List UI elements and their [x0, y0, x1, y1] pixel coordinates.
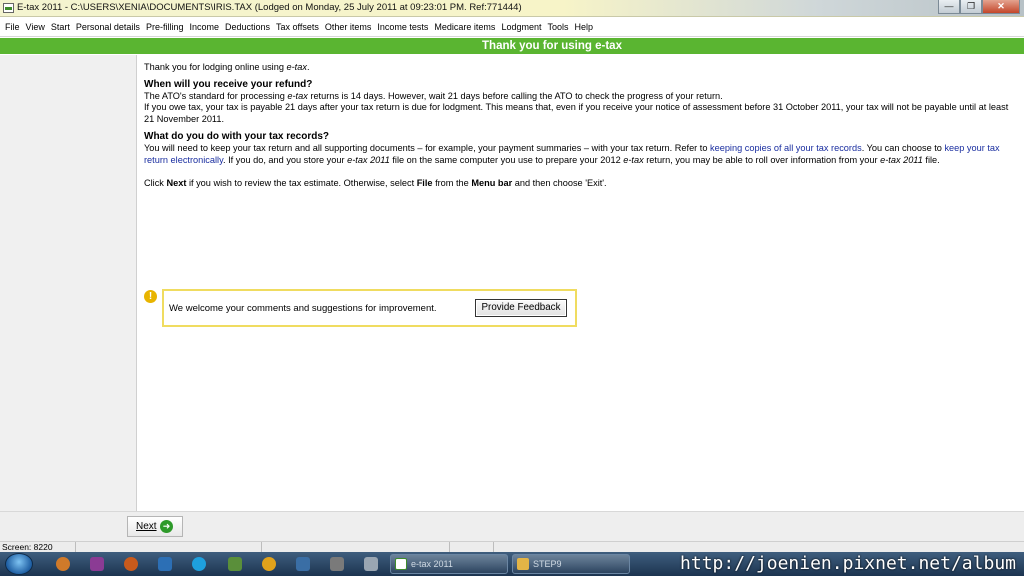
menu-other-items[interactable]: Other items	[325, 22, 372, 32]
chrome-icon[interactable]	[262, 557, 276, 571]
menu-start[interactable]: Start	[51, 22, 70, 32]
menu-personal-details[interactable]: Personal details	[76, 22, 140, 32]
records-paragraph: You will need to keep your tax return an…	[144, 142, 1000, 165]
menu-file[interactable]: File	[5, 22, 20, 32]
menu-tools[interactable]: Tools	[547, 22, 568, 32]
feedback-box: We welcome your comments and suggestions…	[162, 289, 577, 327]
windows-taskbar: e-tax 2011 STEP9 http://joenien.pixnet.n…	[0, 552, 1024, 576]
menu-lodgment[interactable]: Lodgment	[501, 22, 541, 32]
etax-app-icon	[395, 558, 407, 570]
maximize-button[interactable]: ❐	[960, 0, 982, 14]
window-title: E-tax 2011 - C:\USERS\XENIA\DOCUMENTS\IR…	[17, 2, 522, 13]
taskbar-task-etax[interactable]: e-tax 2011	[390, 554, 508, 574]
next-instruction: Click Next if you wish to review the tax…	[144, 178, 607, 189]
folder-icon	[517, 558, 529, 570]
pinned-app-icon[interactable]	[158, 557, 172, 571]
refund-heading: When will you receive your refund?	[144, 78, 313, 90]
window-controls: — ❐ ✕	[938, 0, 1020, 14]
media-player-icon[interactable]	[124, 557, 138, 571]
menu-pre-filling[interactable]: Pre-filling	[146, 22, 184, 32]
menu-tax-offsets[interactable]: Tax offsets	[276, 22, 319, 32]
start-button[interactable]	[5, 553, 33, 575]
provide-feedback-button[interactable]: Provide Feedback	[475, 299, 567, 317]
menu-bar: File View Start Personal details Pre-fil…	[0, 18, 1024, 37]
menu-income-tests[interactable]: Income tests	[377, 22, 428, 32]
feedback-text: We welcome your comments and suggestions…	[169, 303, 437, 314]
minimize-button[interactable]: —	[938, 0, 960, 14]
taskbar-task-label: e-tax 2011	[411, 559, 453, 569]
pinned-app-icon[interactable]	[296, 557, 310, 571]
pinned-app-icon[interactable]	[56, 557, 70, 571]
pinned-app-icon[interactable]	[228, 557, 242, 571]
next-button-label: Next	[136, 521, 157, 532]
etax-app-icon	[3, 3, 14, 13]
intro-text: Thank you for lodging online using e-tax…	[144, 62, 310, 72]
close-button[interactable]: ✕	[982, 0, 1020, 14]
warning-icon: !	[144, 290, 157, 303]
pinned-app-icon[interactable]	[90, 557, 104, 571]
page-title: Thank you for using e-tax	[482, 40, 622, 52]
arrow-right-icon: ➜	[160, 520, 173, 533]
page-header: Thank you for using e-tax	[0, 38, 1024, 54]
tax-records-link[interactable]: keeping copies of all your tax records	[710, 143, 862, 153]
taskbar-task-label: STEP9	[533, 559, 562, 569]
pinned-app-icon[interactable]	[330, 557, 344, 571]
navigation-bar: Next ➜	[0, 511, 1024, 541]
pinned-app-icon[interactable]	[364, 557, 378, 571]
menu-medicare-items[interactable]: Medicare items	[434, 22, 495, 32]
refund-paragraph-2: If you owe tax, your tax is payable 21 d…	[144, 102, 1009, 125]
window-titlebar[interactable]: E-tax 2011 - C:\USERS\XENIA\DOCUMENTS\IR…	[0, 0, 1024, 17]
skype-icon[interactable]	[192, 557, 206, 571]
status-bar: Screen: 8220	[0, 541, 1024, 553]
taskbar-task-step9[interactable]: STEP9	[512, 554, 630, 574]
records-heading: What do you do with your tax records?	[144, 130, 330, 142]
menu-income[interactable]: Income	[189, 22, 219, 32]
next-button[interactable]: Next ➜	[127, 516, 183, 537]
refund-paragraph-1: The ATO's standard for processing e-tax …	[144, 90, 723, 101]
watermark-text: http://joenien.pixnet.net/album	[680, 553, 1016, 574]
menu-deductions[interactable]: Deductions	[225, 22, 270, 32]
main-content: Thank you for lodging online using e-tax…	[144, 62, 1014, 190]
left-sidebar	[0, 55, 137, 511]
menu-view[interactable]: View	[26, 22, 45, 32]
menu-help[interactable]: Help	[574, 22, 593, 32]
